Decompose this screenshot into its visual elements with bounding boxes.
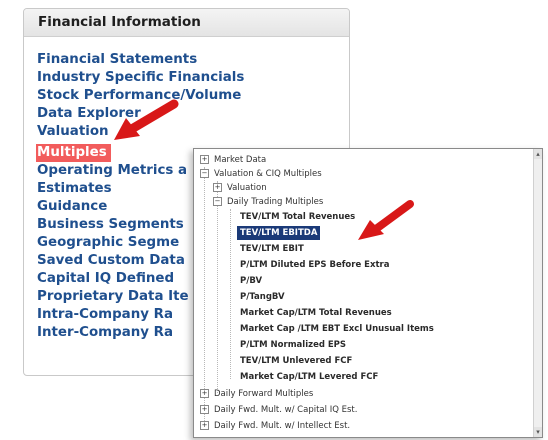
- tree-leaf-tev-ltm-unlevered-fcf[interactable]: TEV/LTM Unlevered FCF: [240, 354, 352, 368]
- tree-leaf-market-cap-ltm-total-revenues[interactable]: Market Cap/LTM Total Revenues: [240, 306, 392, 320]
- data-item-tree-panel: + Market Data − Valuation & CIQ Multiples …: [193, 148, 543, 438]
- tree-scrollbar[interactable]: ▴ ▾: [533, 149, 542, 437]
- menu-item-valuation[interactable]: Valuation: [37, 123, 244, 141]
- tree-leaf-p-ltm-diluted-eps[interactable]: P/LTM Diluted EPS Before Extra: [240, 258, 389, 272]
- collapse-icon[interactable]: −: [213, 197, 222, 206]
- tree-node-label: Valuation & CIQ Multiples: [214, 169, 322, 179]
- tree-node-label: Daily Fwd. Mult. w/ Capital IQ Est.: [214, 405, 358, 415]
- scroll-down-arrow-icon[interactable]: ▾: [534, 427, 542, 437]
- expand-icon[interactable]: +: [213, 183, 222, 192]
- tree-node-label: Daily Trading Multiples: [227, 197, 324, 207]
- menu-item-data-explorer[interactable]: Data Explorer: [37, 105, 244, 123]
- tree-node-label: Daily Forward Multiples: [214, 389, 314, 399]
- panel-title: Financial Information: [24, 9, 349, 37]
- tree-leaf-tev-ltm-total-revenues[interactable]: TEV/LTM Total Revenues: [240, 210, 355, 224]
- tree-leaf-tev-ltm-ebit[interactable]: TEV/LTM EBIT: [240, 242, 304, 256]
- menu-item-industry-specific-financials[interactable]: Industry Specific Financials: [37, 69, 244, 87]
- scroll-up-arrow-icon[interactable]: ▴: [534, 149, 542, 159]
- tree-leaf-market-cap-ltm-ebt[interactable]: Market Cap /LTM EBT Excl Unusual Items: [240, 322, 434, 336]
- menu-item-financial-statements[interactable]: Financial Statements: [37, 51, 244, 69]
- tree-node-daily-forward-multiples[interactable]: + Daily Forward Multiples: [200, 387, 313, 401]
- tree-node-label: Market Data: [214, 155, 267, 165]
- menu-item-multiples[interactable]: Multiples: [36, 144, 111, 162]
- tree-leaf-tev-ltm-ebitda[interactable]: TEV/LTM EBITDA: [237, 226, 321, 240]
- tree-node-market-data[interactable]: + Market Data: [200, 153, 266, 167]
- expand-icon[interactable]: +: [200, 405, 209, 414]
- tree-node-valuation[interactable]: + Valuation: [213, 181, 267, 195]
- tree-leaf-p-tangbv[interactable]: P/TangBV: [240, 290, 285, 304]
- expand-icon[interactable]: +: [200, 389, 209, 398]
- tree-node-daily-fwd-intellect[interactable]: + Daily Fwd. Mult. w/ Intellect Est.: [200, 419, 350, 433]
- tree-leaf-market-cap-ltm-levered-fcf[interactable]: Market Cap/LTM Levered FCF: [240, 370, 378, 384]
- tree-node-daily-trading-multiples[interactable]: − Daily Trading Multiples: [213, 195, 323, 209]
- tree-leaf-p-ltm-normalized-eps[interactable]: P/LTM Normalized EPS: [240, 338, 346, 352]
- tree-node-label: Daily Fwd. Mult. w/ Intellect Est.: [214, 421, 351, 431]
- tree-node-label: Valuation: [227, 183, 267, 193]
- tree-node-valuation-ciq-multiples[interactable]: − Valuation & CIQ Multiples: [200, 167, 322, 181]
- tree-node-daily-fwd-capital-iq[interactable]: + Daily Fwd. Mult. w/ Capital IQ Est.: [200, 403, 357, 417]
- expand-icon[interactable]: +: [200, 421, 209, 430]
- menu-item-stock-performance-volume[interactable]: Stock Performance/Volume: [37, 87, 244, 105]
- tree-leaf-p-bv[interactable]: P/BV: [240, 274, 262, 288]
- collapse-icon[interactable]: −: [200, 169, 209, 178]
- expand-icon[interactable]: +: [200, 155, 209, 164]
